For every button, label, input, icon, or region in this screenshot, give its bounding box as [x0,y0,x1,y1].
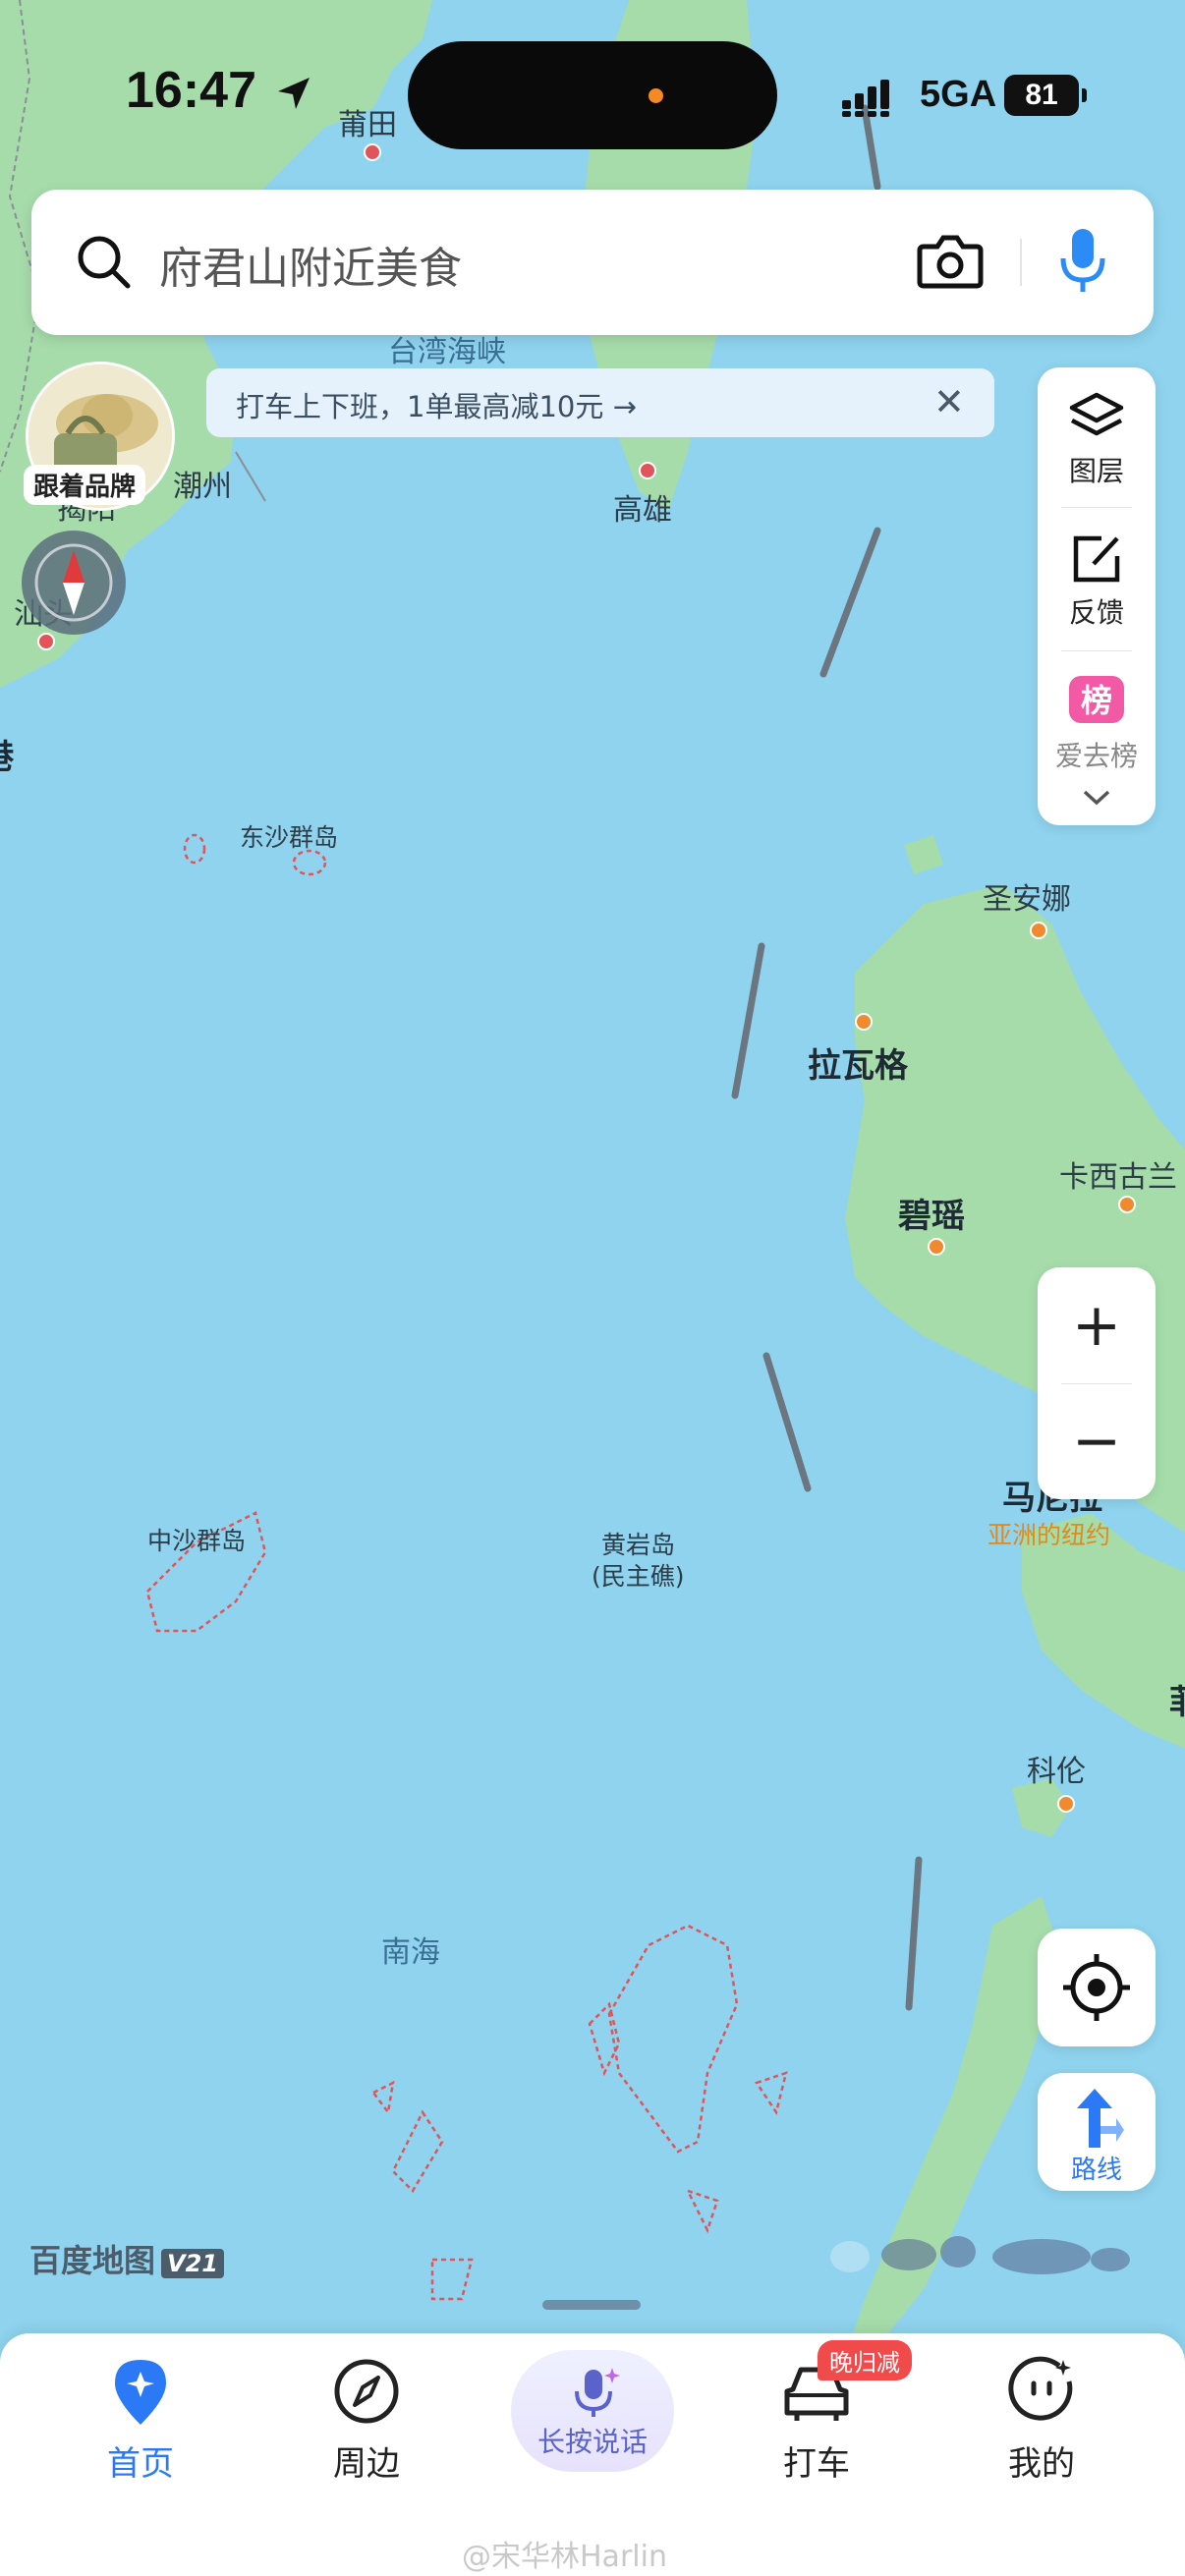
status-time: 16:47 [126,61,313,120]
map-label-coron[interactable]: 科伦 [1027,1747,1086,1790]
map-label-cagayan[interactable]: 卡西古兰 [1059,1152,1177,1196]
chevron-down-icon[interactable] [1081,788,1112,808]
zoom-in-button[interactable]: + [1038,1267,1156,1383]
battery-icon: 81 [1004,75,1079,116]
promo-banner[interactable]: 打车上下班，1单最高减10元 → ✕ [206,368,994,437]
city-dot [855,1013,873,1031]
feedback-button[interactable]: 反馈 [1038,532,1156,631]
layers-label[interactable]: 图层 [1038,450,1156,489]
map-label-nanhai: 南海 [381,1935,440,1970]
voice-talk-label[interactable]: 长按说话 [511,2421,674,2460]
close-icon[interactable]: ✕ [933,380,965,423]
signal-icon [842,80,889,117]
battery-tip [1082,88,1087,102]
microphone-icon[interactable] [1053,225,1112,300]
search-bar[interactable]: 府君山附近美食 [31,190,1154,335]
city-dot [1057,1795,1075,1813]
nav-taxi-label[interactable]: 打车 [738,2436,895,2485]
compass-button[interactable] [22,531,126,635]
route-arrow-icon [1077,2089,1124,2148]
voice-talk-button[interactable]: 长按说话 [511,2350,674,2472]
network-type: 5GA [920,74,997,115]
feedback-edit-icon [1073,535,1120,583]
locate-button[interactable] [1038,1929,1156,2046]
drawer-handle[interactable] [542,2300,641,2310]
divider [1061,650,1132,651]
route-label[interactable]: 路线 [1038,2150,1156,2186]
rank-label[interactable]: 爱去榜 [1038,735,1156,774]
layers-icon [1069,392,1124,436]
status-bar: 16:47 5GA 81 [0,0,1185,187]
map-label-right-edge[interactable]: 菲 [1169,1675,1185,1723]
camera-icon[interactable] [916,229,985,292]
map-label-manila-slogan: 亚洲的纽约 [988,1521,1111,1549]
city-dot [37,633,55,650]
nav-nearby-label[interactable]: 周边 [288,2436,445,2485]
smiley-profile-icon [1008,2356,1073,2421]
location-arrow-icon [278,78,310,110]
camera-indicator [649,88,663,103]
taxi-promo-badge: 晚归减 [818,2340,912,2380]
home-pin-icon [115,2360,166,2425]
city-dot [639,462,656,479]
map-label-huangyan-sub: (民主礁) [592,1562,685,1591]
map-label-dongsha[interactable]: 东沙群岛 [240,818,338,854]
feedback-label[interactable]: 反馈 [1038,591,1156,631]
city-dot [1118,1196,1136,1213]
promo-banner-text[interactable]: 打车上下班，1单最高减10元 → [236,384,637,425]
search-divider [1020,239,1022,286]
layers-button[interactable]: 图层 [1038,391,1156,489]
logo-version: V21 [161,2249,224,2278]
zoom-out-button[interactable]: − [1038,1383,1156,1499]
divider [1061,507,1132,508]
voice-mic-icon [575,2368,620,2417]
map-label-hk-partial[interactable]: 港 [0,730,14,778]
dynamic-island [408,41,777,149]
map-label-gaoxiong[interactable]: 高雄 [613,485,672,529]
baidu-map-logo: 百度地图 V21 [29,2236,224,2281]
map-label-laoag[interactable]: 拉瓦格 [808,1038,908,1087]
compass-icon [34,543,113,622]
nav-home[interactable]: 首页 [62,2356,219,2485]
rank-button[interactable]: 榜 爱去榜 [1038,672,1156,774]
rank-badge-icon: 榜 [1069,676,1124,723]
map-label-vigan[interactable]: 碧瑶 [898,1189,965,1237]
map-label-zhongsha[interactable]: 中沙群岛 [147,1522,246,1557]
nav-mine-label[interactable]: 我的 [963,2436,1120,2485]
crosshair-icon [1063,1954,1130,2021]
map-label-huangyan[interactable]: 黄岩岛 [601,1526,675,1561]
map-tools-panel: 图层 反馈 榜 爱去榜 [1038,367,1156,825]
nav-nearby[interactable]: 周边 [288,2356,445,2485]
search-placeholder[interactable]: 府君山附近美食 [159,233,462,296]
compass-nav-icon [334,2359,399,2424]
nav-mine[interactable]: 我的 [963,2356,1120,2485]
nav-home-label[interactable]: 首页 [62,2436,219,2485]
status-time-text: 16:47 [126,62,256,119]
brand-label[interactable]: 跟着品牌 [24,465,146,505]
svg-text:榜: 榜 [1081,682,1112,719]
logo-name: 百度地图 [29,2242,156,2279]
zoom-control: + − [1038,1267,1156,1499]
city-dot [1030,922,1047,939]
map-label-chaozhou[interactable]: 潮州 [173,462,232,505]
search-icon [78,236,131,289]
city-dot [928,1238,945,1256]
map-label-san-ana[interactable]: 圣安娜 [983,874,1071,918]
route-button[interactable]: 路线 [1038,2073,1156,2191]
weibo-watermark: @宋华林Harlin [462,2540,667,2574]
